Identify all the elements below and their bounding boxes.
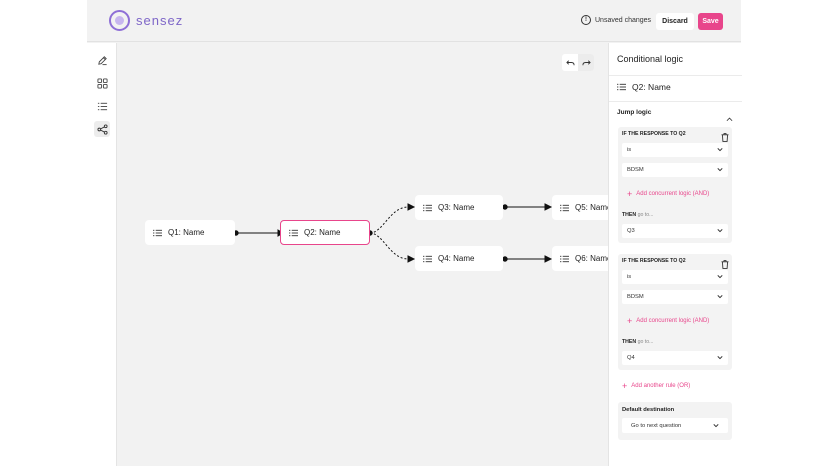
flow-node-q2[interactable]: Q2: Name — [280, 220, 370, 245]
chevron-down-icon — [717, 228, 723, 233]
flow-connections — [233, 203, 553, 263]
plus-icon: + — [627, 316, 633, 326]
edit-tool-button[interactable] — [94, 52, 110, 68]
jump-rule-1: IF THE RESPONSE TO Q2 is BDSM + Add conc… — [618, 127, 732, 243]
operator-select[interactable]: is — [622, 143, 728, 157]
pencil-icon — [97, 55, 107, 65]
operator-value: is — [627, 274, 632, 280]
list-icon — [423, 255, 432, 263]
unsaved-indicator: ! Unsaved changes — [581, 15, 651, 25]
selected-question: Q2: Name — [617, 82, 671, 92]
app-window: sensez ! Unsaved changes Discard Save Q1… — [87, 0, 742, 466]
chevron-up-icon — [726, 117, 733, 122]
then-keyword: THEN — [622, 339, 637, 345]
add-or-rule-button[interactable]: + Add another rule (OR) — [622, 381, 691, 391]
chevron-down-icon — [717, 294, 723, 299]
logic-tool-button[interactable] — [94, 121, 110, 137]
default-destination-select[interactable]: Go to next question — [622, 418, 728, 433]
divider — [609, 75, 742, 76]
flow-node-q1[interactable]: Q1: Name — [145, 220, 235, 245]
add-and-logic-button[interactable]: + Add concurrent logic (AND) — [627, 189, 710, 199]
node-label: Q4: Name — [438, 254, 475, 263]
trash-icon — [721, 260, 729, 269]
list-icon — [560, 204, 569, 212]
list-icon — [153, 229, 162, 237]
list-icon — [560, 255, 569, 263]
list-icon — [617, 83, 626, 91]
add-and-logic-button[interactable]: + Add concurrent logic (AND) — [627, 316, 710, 326]
answer-select[interactable]: BDSM — [622, 163, 728, 177]
flow-node-q3[interactable]: Q3: Name — [415, 195, 503, 220]
default-destination-heading: Default destination — [622, 407, 675, 413]
questions-tool-button[interactable] — [94, 98, 110, 114]
destination-value: Q3 — [627, 228, 635, 234]
node-label: Q2: Name — [304, 228, 341, 237]
goto-hint: go to... — [637, 339, 654, 345]
then-label: THEN go to... — [622, 339, 653, 345]
then-label: THEN go to... — [622, 212, 653, 218]
divider — [609, 101, 742, 102]
add-and-label: Add concurrent logic (AND) — [636, 318, 710, 324]
chevron-down-icon — [717, 167, 723, 172]
trash-icon — [721, 133, 729, 142]
rule-condition-header: IF THE RESPONSE TO Q2 — [622, 258, 686, 264]
then-keyword: THEN — [622, 212, 637, 218]
plus-icon: + — [622, 381, 628, 391]
panel-title: Conditional logic — [617, 54, 684, 64]
components-tool-button[interactable] — [94, 75, 110, 91]
default-destination-section: Default destination Go to next question — [618, 402, 732, 440]
node-label: Q1: Name — [168, 228, 205, 237]
conditional-logic-panel: Conditional logic Q2: Name Jump logic IF… — [608, 43, 742, 466]
answer-value: BDSM — [627, 167, 644, 173]
flow-node-q5[interactable]: Q5: Name — [552, 195, 608, 220]
list-icon — [97, 102, 107, 110]
node-label: Q3: Name — [438, 203, 475, 212]
logo-icon — [109, 10, 130, 31]
add-and-label: Add concurrent logic (AND) — [636, 191, 710, 197]
top-bar: sensez ! Unsaved changes Discard Save — [87, 0, 741, 42]
left-toolbar — [87, 43, 117, 466]
discard-button[interactable]: Discard — [656, 13, 694, 30]
goto-hint: go to... — [637, 212, 654, 218]
flow-node-q6[interactable]: Q6: Name — [552, 246, 608, 271]
flow-icon — [96, 123, 108, 135]
operator-value: is — [627, 147, 632, 153]
rule-condition-header: IF THE RESPONSE TO Q2 — [622, 131, 686, 137]
brand-logo: sensez — [109, 10, 183, 31]
list-icon — [289, 229, 298, 237]
brand-name: sensez — [136, 13, 184, 28]
flow-node-q4[interactable]: Q4: Name — [415, 246, 503, 271]
destination-select[interactable]: Q3 — [622, 224, 728, 238]
jump-rule-2: IF THE RESPONSE TO Q2 is BDSM + Add conc… — [618, 254, 732, 370]
plus-icon: + — [627, 189, 633, 199]
selected-question-label: Q2: Name — [632, 82, 671, 92]
chevron-down-icon — [717, 274, 723, 279]
logic-canvas[interactable]: Q1: Name Q2: Name Q3: Name Q4: Name Q5: … — [118, 43, 608, 466]
add-or-label: Add another rule (OR) — [631, 383, 691, 389]
default-destination-value: Go to next question — [631, 422, 682, 429]
collapse-jump-logic-button[interactable] — [726, 109, 733, 127]
chevron-down-icon — [713, 423, 719, 428]
destination-value: Q4 — [627, 355, 635, 361]
list-icon — [423, 204, 432, 212]
grid-icon — [96, 77, 108, 89]
answer-select[interactable]: BDSM — [622, 290, 728, 304]
chevron-down-icon — [717, 355, 723, 360]
unsaved-label: Unsaved changes — [595, 16, 652, 24]
destination-select[interactable]: Q4 — [622, 351, 728, 365]
operator-select[interactable]: is — [622, 270, 728, 284]
jump-logic-heading: Jump logic — [617, 109, 652, 116]
info-icon: ! — [581, 15, 591, 25]
save-button[interactable]: Save — [698, 13, 723, 30]
answer-value: BDSM — [627, 294, 644, 300]
node-label: Q5: Name — [575, 203, 608, 212]
node-label: Q6: Name — [575, 254, 608, 263]
chevron-down-icon — [717, 147, 723, 152]
